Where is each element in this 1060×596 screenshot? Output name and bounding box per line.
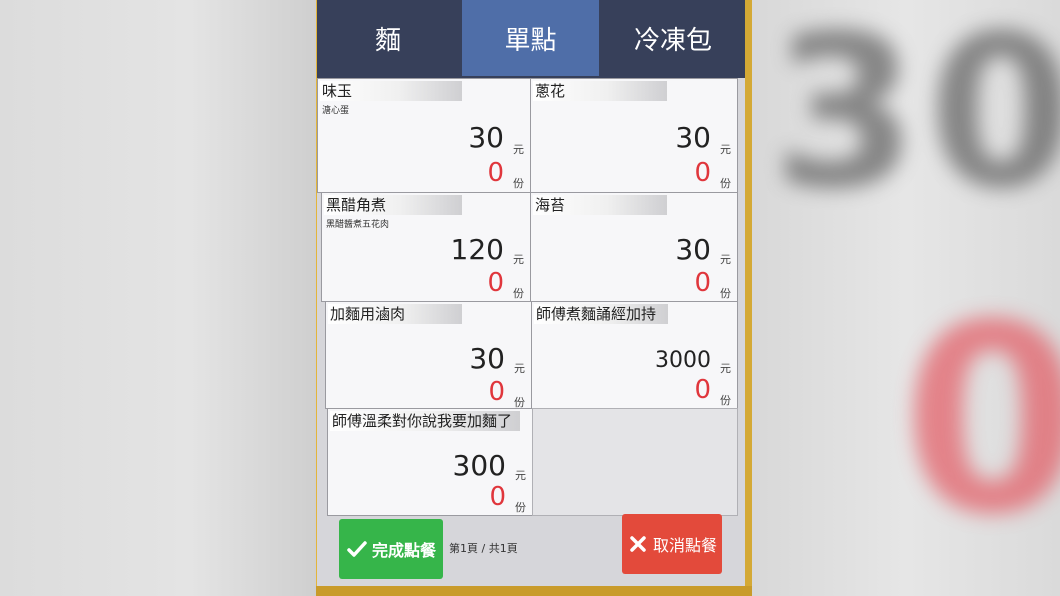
complete-order-label: 完成點餐	[371, 541, 436, 560]
menu-item-card[interactable]: 味玉 溏心蛋 30 元 0 份	[317, 78, 531, 193]
item-quantity: 0	[488, 377, 505, 407]
quantity-unit: 份	[720, 287, 731, 300]
item-name: 師傅煮麵誦經加持	[534, 304, 668, 324]
quantity-unit: 份	[720, 177, 731, 190]
item-quantity: 0	[694, 375, 711, 405]
item-name: 蔥花	[533, 81, 667, 101]
cancel-order-label: 取消點餐	[652, 536, 717, 555]
item-name: 黑醋角煮	[324, 195, 462, 215]
quantity-unit: 份	[720, 394, 731, 407]
item-quantity: 0	[489, 482, 506, 512]
menu-item-card[interactable]: 海苔 30 元 0 份	[530, 192, 738, 302]
item-name: 加麵用滷肉	[328, 304, 462, 324]
menu-item-card[interactable]: 蔥花 30 元 0 份	[530, 78, 738, 193]
close-icon	[627, 533, 649, 555]
checkmark-icon	[346, 538, 368, 560]
item-quantity: 0	[694, 268, 711, 298]
item-price: 300	[452, 449, 506, 482]
item-description: 溏心蛋	[322, 106, 350, 116]
menu-item-card[interactable]: 師傅煮麵誦經加持 3000 元 0 份	[531, 301, 738, 409]
blurred-price-zoom: 30	[772, 0, 1060, 235]
item-price: 30	[675, 121, 711, 154]
quantity-unit: 份	[513, 287, 524, 300]
item-price: 3000	[655, 348, 711, 373]
price-unit: 元	[513, 253, 524, 266]
price-unit: 元	[720, 362, 731, 375]
complete-order-button[interactable]: 完成點餐	[339, 519, 443, 579]
empty-menu-slot	[532, 408, 738, 516]
menu-item-card[interactable]: 加麵用滷肉 30 元 0 份	[325, 301, 532, 409]
price-unit: 元	[515, 469, 526, 482]
quantity-unit: 份	[513, 177, 524, 190]
cancel-order-button[interactable]: 取消點餐	[622, 514, 722, 574]
tab-frozen-packs[interactable]: 冷凍包	[601, 0, 745, 76]
blurred-background-left	[0, 0, 316, 596]
menu-item-card[interactable]: 師傅溫柔對你說我要加麵了 300 元 0 份	[327, 408, 533, 516]
kiosk-frame-bottom	[316, 586, 752, 596]
blurred-background-right: 30 0	[752, 0, 1060, 596]
category-tab-bar: 麵 單點 冷凍包	[317, 0, 745, 78]
quantity-unit: 份	[515, 501, 526, 514]
page-indicator: 第1頁 / 共1頁	[449, 542, 518, 555]
price-unit: 元	[513, 143, 524, 156]
price-unit: 元	[720, 253, 731, 266]
tab-side-dishes[interactable]: 單點	[462, 0, 599, 76]
item-name: 師傅溫柔對你說我要加麵了	[330, 411, 520, 431]
price-unit: 元	[514, 362, 525, 375]
item-description: 黑醋醬煮五花肉	[326, 220, 390, 230]
menu-item-card[interactable]: 黑醋角煮 黑醋醬煮五花肉 120 元 0 份	[321, 192, 531, 302]
tab-noodles[interactable]: 麵	[317, 0, 459, 76]
kiosk-screen: 麵 單點 冷凍包 味玉 溏心蛋 30 元 0 份 蔥花 30 元 0 份 黑醋角…	[317, 0, 745, 590]
blurred-qty-zoom: 0	[902, 270, 1060, 572]
item-quantity: 0	[487, 268, 504, 298]
item-price: 30	[675, 233, 711, 266]
item-name: 味玉	[320, 81, 462, 101]
item-price: 30	[469, 342, 505, 375]
item-price: 30	[468, 121, 504, 154]
item-quantity: 0	[487, 158, 504, 188]
kiosk-frame-edge	[745, 0, 752, 596]
price-unit: 元	[720, 143, 731, 156]
item-price: 120	[450, 233, 504, 266]
item-quantity: 0	[694, 158, 711, 188]
item-name: 海苔	[533, 195, 667, 215]
